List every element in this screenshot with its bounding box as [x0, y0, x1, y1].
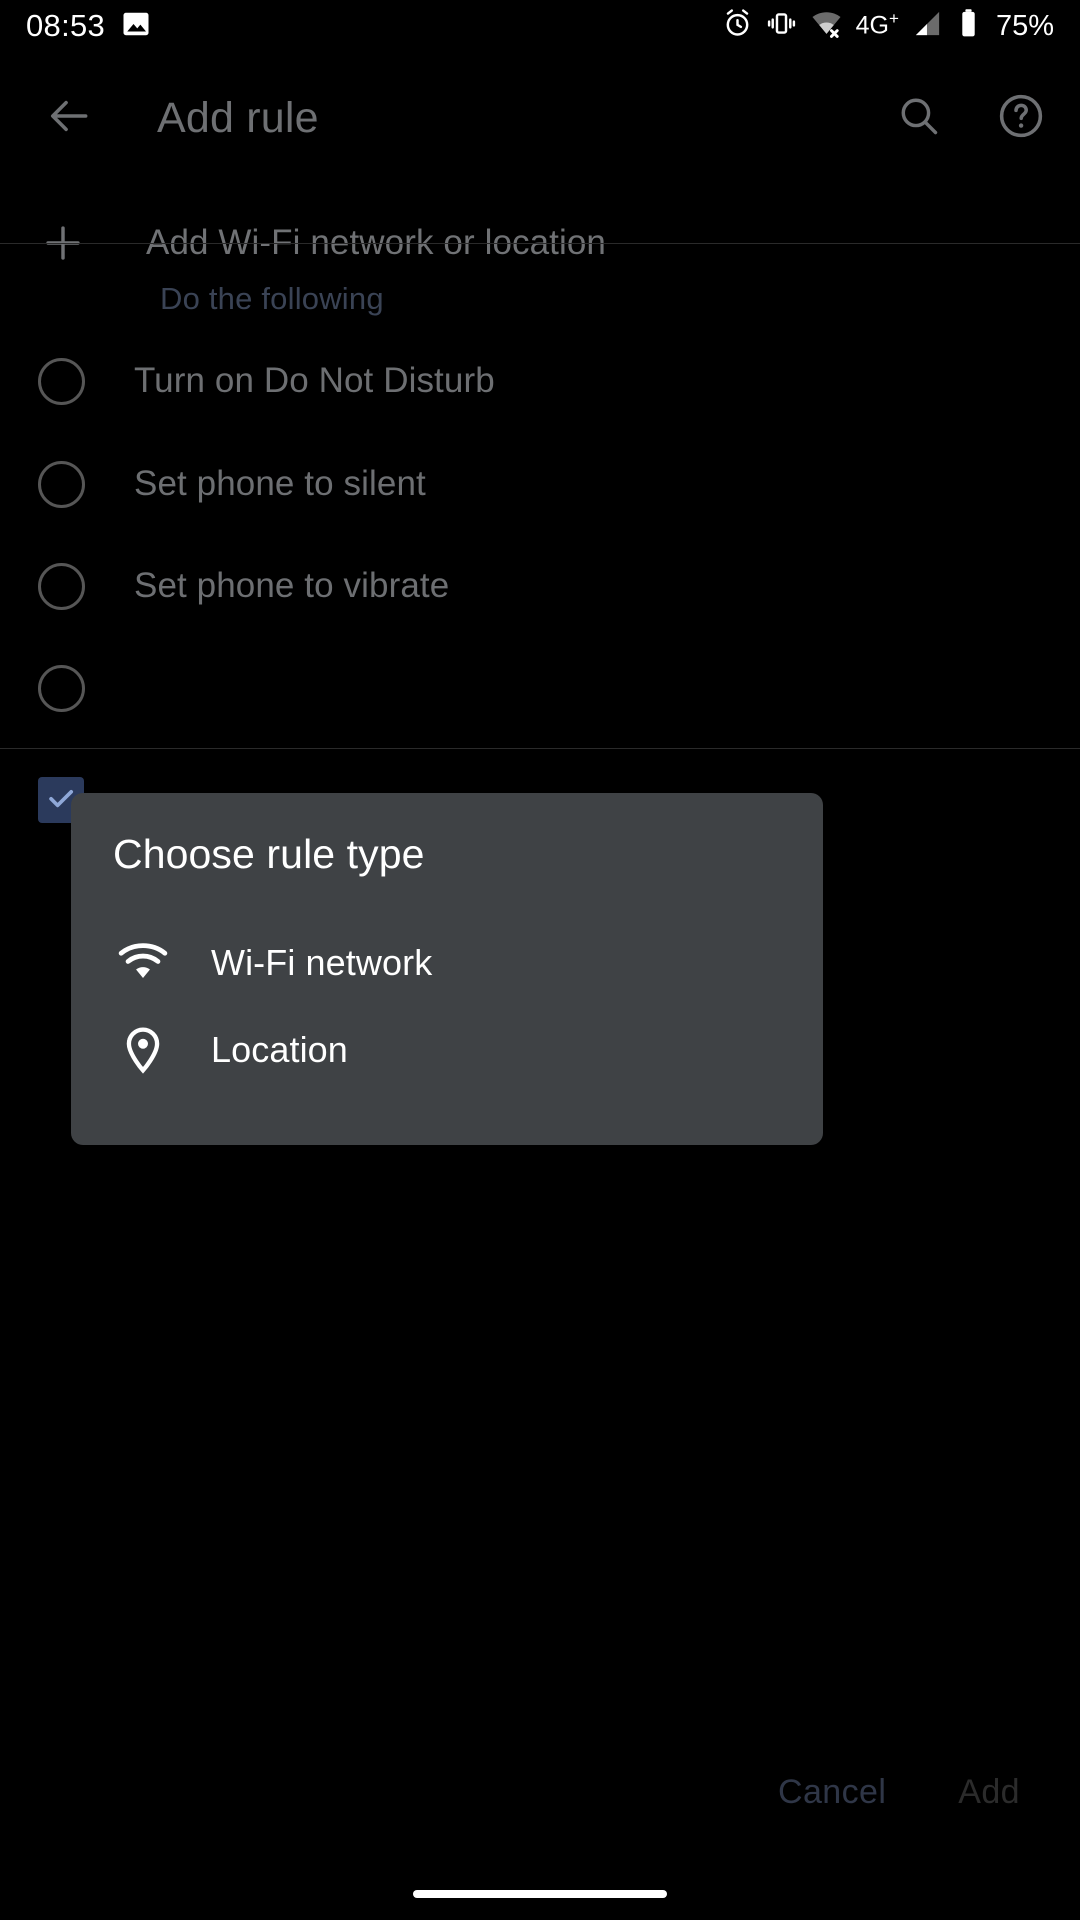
cancel-button[interactable]: Cancel	[778, 1773, 886, 1812]
dialog-item-label: Location	[211, 1029, 348, 1070]
image-icon	[121, 9, 151, 44]
app-toolbar: Add rule	[0, 52, 1080, 184]
dialog-item-wifi-network[interactable]: Wi-Fi network	[71, 919, 823, 1007]
option-label: Set phone to vibrate	[134, 566, 450, 605]
dialog-item-location[interactable]: Location	[71, 1006, 823, 1094]
page-title: Add rule	[157, 93, 319, 142]
add-button[interactable]: Add	[958, 1773, 1020, 1812]
option-label: Turn on Do Not Disturb	[134, 361, 495, 400]
divider-top	[0, 243, 1080, 244]
dialog-item-label: Wi-Fi network	[211, 942, 433, 983]
help-circle-icon	[996, 91, 1046, 146]
choose-rule-type-dialog: Choose rule type Wi-Fi network Location	[71, 793, 823, 1145]
signal-bars-icon	[912, 8, 943, 44]
battery-percent: 75%	[995, 9, 1054, 42]
help-button[interactable]	[988, 85, 1054, 151]
back-button[interactable]	[26, 75, 112, 161]
option-label: Set phone to silent	[134, 464, 426, 503]
status-bar-left: 08:53	[26, 8, 151, 44]
vibrate-icon	[766, 8, 797, 44]
search-button[interactable]	[886, 85, 952, 151]
radio-button[interactable]	[38, 460, 85, 508]
status-bar-right: 4G+ 75%	[722, 7, 1054, 45]
option-row-vibrate[interactable]: Set phone to vibrate	[0, 535, 1080, 637]
radio-button[interactable]	[38, 357, 85, 405]
battery-icon	[956, 8, 981, 44]
dialog-action-bar: Cancel Add	[0, 1742, 1080, 1842]
section-header-do-the-following: Do the following	[160, 281, 384, 316]
location-pin-icon	[115, 1022, 171, 1078]
status-bar-clock: 08:53	[26, 8, 106, 43]
option-row-hidden[interactable]	[0, 637, 1080, 739]
gesture-navigation-bar[interactable]	[413, 1890, 667, 1898]
option-row-do-not-disturb[interactable]: Turn on Do Not Disturb	[0, 330, 1080, 432]
radio-button[interactable]	[38, 664, 85, 712]
search-icon	[896, 93, 942, 144]
arrow-back-icon	[44, 91, 94, 146]
radio-button[interactable]	[38, 562, 85, 610]
wifi-off-icon	[810, 7, 843, 45]
status-bar: 08:53 4G+ 75%	[0, 0, 1080, 52]
network-type-label: 4G+	[855, 8, 899, 40]
wifi-icon	[115, 935, 171, 991]
alarm-icon	[722, 8, 753, 44]
toolbar-actions	[886, 85, 1054, 151]
dialog-title: Choose rule type	[113, 831, 425, 877]
option-row-silent[interactable]: Set phone to silent	[0, 433, 1080, 535]
